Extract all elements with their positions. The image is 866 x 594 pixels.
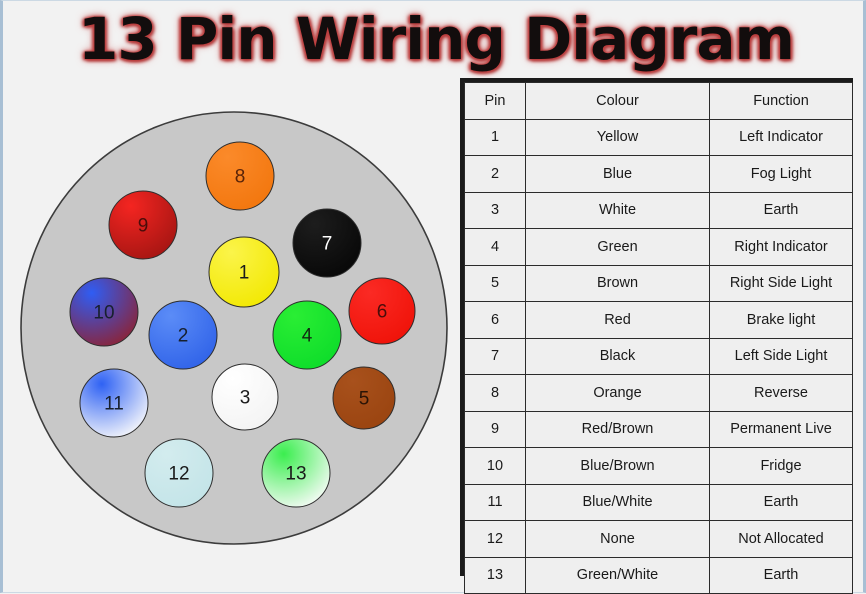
table-cell-function: Right Indicator: [709, 228, 853, 266]
pin-label-6: 6: [377, 302, 388, 323]
table-cell-colour: Green: [525, 228, 710, 266]
table-cell-pin: 3: [464, 191, 526, 229]
table-row: 10 Blue/Brown Fridge: [464, 447, 853, 485]
table-cell-pin: 13: [464, 556, 526, 594]
pin-2[interactable]: 2: [148, 300, 218, 370]
table-cell-pin: 7: [464, 337, 526, 375]
table-row: 4 Green Right Indicator: [464, 228, 853, 266]
table-cell-pin: 5: [464, 264, 526, 302]
connector-svg: 123456789101112 13: [20, 111, 448, 545]
table-cell-function: Fog Light: [709, 155, 853, 193]
pin-label-12: 12: [168, 464, 189, 485]
table-cell-colour: Brown: [525, 264, 710, 302]
pin-label-9: 9: [138, 216, 149, 237]
table-cell-function: Permanent Live: [709, 410, 853, 448]
table-row: 9 Red/Brown Permanent Live: [464, 410, 853, 448]
table-row: 12 None Not Allocated: [464, 520, 853, 558]
table-cell-function: Brake light: [709, 301, 853, 339]
table-cell-colour: Black: [525, 337, 710, 375]
table-cell-function: Reverse: [709, 374, 853, 412]
pin-4[interactable]: 4: [272, 300, 342, 370]
table-row: 8 Orange Reverse: [464, 374, 853, 412]
table-cell-function: Left Indicator: [709, 118, 853, 156]
table-cell-function: Right Side Light: [709, 264, 853, 302]
table-cell-pin: 4: [464, 228, 526, 266]
pin-1[interactable]: 1: [208, 236, 280, 308]
table-cell-colour: Blue/Brown: [525, 447, 710, 485]
table-row: 7 Black Left Side Light: [464, 337, 853, 375]
table-cell-colour: Green/White: [525, 556, 710, 594]
table-header-colour: Colour: [525, 82, 710, 120]
table-cell-pin: 2: [464, 155, 526, 193]
table-cell-colour: Red/Brown: [525, 410, 710, 448]
table-row: 3 White Earth: [464, 191, 853, 229]
pin-10[interactable]: 10: [69, 277, 139, 347]
table-header-function: Function: [709, 82, 853, 120]
pin-5[interactable]: 5: [332, 366, 396, 430]
pin-3[interactable]: 3: [211, 363, 279, 431]
pin-label-8: 8: [235, 167, 246, 188]
table-cell-function: Fridge: [709, 447, 853, 485]
pin-label-1: 1: [239, 263, 250, 284]
table-row: 5 Brown Right Side Light: [464, 264, 853, 302]
table-row: 11 Blue/White Earth: [464, 483, 853, 521]
table-row: 6 Red Brake light: [464, 301, 853, 339]
table-cell-pin: 12: [464, 520, 526, 558]
table-cell-colour: Blue: [525, 155, 710, 193]
pin-label-11: 11: [104, 394, 124, 415]
pin-11[interactable]: 11: [79, 368, 149, 438]
table-cell-pin: 8: [464, 374, 526, 412]
table-cell-colour: White: [525, 191, 710, 229]
pin-label-2: 2: [178, 326, 189, 347]
pin-assignment-table: Pin Colour Function 1 Yellow Left Indicator 2 B…: [460, 78, 853, 594]
table-cell-function: Not Allocated: [709, 520, 853, 558]
connector-diagram: 1 2 3 4 5 6 7 8 9 10 11 12 13: [19, 111, 449, 546]
pin-label-3: 3: [240, 388, 251, 409]
pin-9[interactable]: 9: [108, 190, 178, 260]
table-header-row: Pin Colour Function: [464, 82, 853, 120]
table-cell-pin: 6: [464, 301, 526, 339]
pin-label-13: 13: [285, 464, 306, 485]
pin-label-4: 4: [302, 326, 313, 347]
table-cell-function: Earth: [709, 556, 853, 594]
table-cell-colour: Orange: [525, 374, 710, 412]
table-cell-colour: Blue/White: [525, 483, 710, 521]
pin-label-5: 5: [359, 389, 370, 410]
pin-label-7: 7: [322, 234, 333, 255]
pin-label-10: 10: [93, 303, 114, 324]
table-cell-pin: 10: [464, 447, 526, 485]
pin-12[interactable]: 12: [144, 438, 214, 508]
pin-13[interactable]: 13: [261, 438, 331, 508]
table-row: 2 Blue Fog Light: [464, 155, 853, 193]
pin-table: Pin Colour Function 1 Yellow Left Indicator 2 B…: [464, 82, 853, 594]
table-row: 1 Yellow Left Indicator: [464, 118, 853, 156]
table-header-pin: Pin: [464, 82, 526, 120]
page-title: 13 Pin Wiring Diagram: [78, 5, 795, 73]
table-cell-colour: Yellow: [525, 118, 710, 156]
diagram-page: 13 Pin Wiring Diagram 1 2 3 4 5 6 7 8 9 10 11 12 13 …: [0, 0, 866, 594]
table-cell-function: Left Side Light: [709, 337, 853, 375]
table-row: 13 Green/White Earth: [464, 556, 853, 594]
table-cell-function: Earth: [709, 483, 853, 521]
pin-6[interactable]: 6: [348, 277, 416, 345]
table-cell-colour: None: [525, 520, 710, 558]
pin-7[interactable]: 7: [292, 208, 362, 278]
table-cell-function: Earth: [709, 191, 853, 229]
table-cell-pin: 9: [464, 410, 526, 448]
table-cell-pin: 1: [464, 118, 526, 156]
table-cell-pin: 11: [464, 483, 526, 521]
pin-8[interactable]: 8: [205, 141, 275, 211]
table-cell-colour: Red: [525, 301, 710, 339]
